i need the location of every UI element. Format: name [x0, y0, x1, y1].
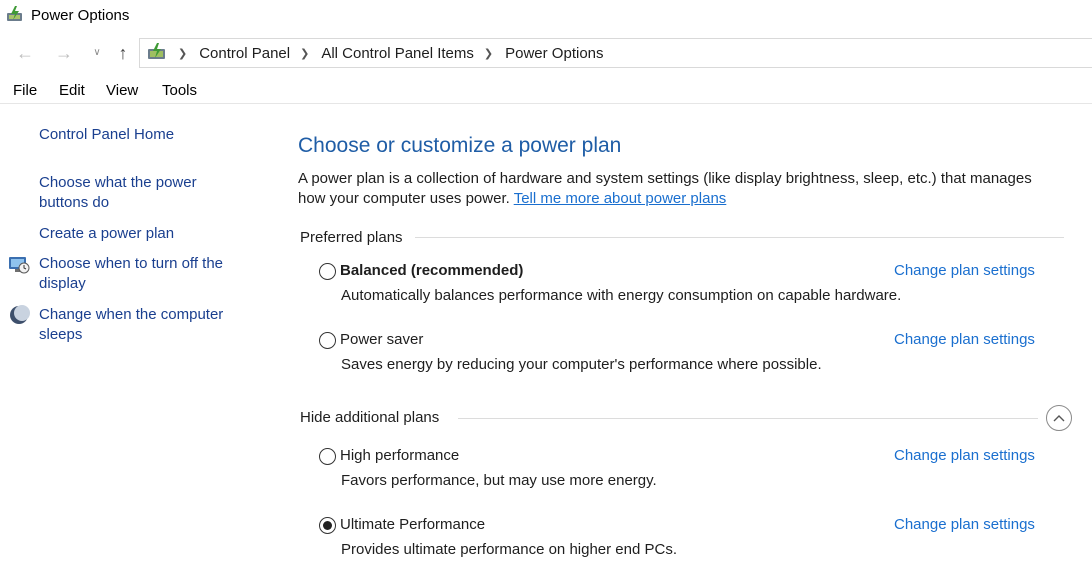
hide-additional-plans-header[interactable]: Hide additional plans: [300, 409, 439, 426]
recent-locations-chevron-icon[interactable]: ∨: [86, 42, 108, 64]
collapse-chevron-up-icon[interactable]: [1046, 405, 1072, 431]
plan-description: Automatically balances performance with …: [341, 287, 902, 304]
navigation-bar: ← → ∨ ↑ ❯ Control Panel ❯ All Control Pa…: [0, 36, 1092, 70]
sidebar-item-control-panel-home[interactable]: Control Panel Home: [39, 125, 249, 145]
breadcrumb-all-items[interactable]: All Control Panel Items: [321, 45, 474, 62]
description-line: how your computer uses power.: [298, 190, 510, 207]
sidebar-item-power-buttons[interactable]: Choose what the power buttons do: [39, 173, 249, 213]
plan-name[interactable]: Ultimate Performance: [340, 516, 485, 533]
title-bar: Power Options: [0, 0, 1092, 34]
page-title: Choose or customize a power plan: [298, 134, 622, 157]
sidebar-item-create-plan[interactable]: Create a power plan: [39, 224, 249, 244]
breadcrumb-power-options[interactable]: Power Options: [505, 45, 603, 62]
window-title: Power Options: [31, 7, 130, 24]
plan-radio-balanced[interactable]: [319, 263, 336, 280]
menu-file[interactable]: File: [13, 82, 37, 99]
plan-name[interactable]: High performance: [340, 447, 459, 464]
menu-edit[interactable]: Edit: [59, 82, 85, 99]
change-plan-settings-link[interactable]: Change plan settings: [894, 447, 1035, 464]
back-arrow-icon[interactable]: ←: [14, 42, 36, 64]
sidebar-item-label: display: [39, 275, 86, 292]
plan-radio-power-saver[interactable]: [319, 332, 336, 349]
change-plan-settings-link[interactable]: Change plan settings: [894, 262, 1035, 279]
group-divider: [415, 237, 1064, 238]
plan-radio-high-performance[interactable]: [319, 448, 336, 465]
menu-view[interactable]: View: [106, 82, 138, 99]
moon-sleep-icon: [10, 305, 30, 324]
address-bar[interactable]: ❯ Control Panel ❯ All Control Panel Item…: [139, 38, 1092, 68]
menu-tools[interactable]: Tools: [162, 82, 197, 99]
tell-me-more-link[interactable]: Tell me more about power plans: [514, 190, 727, 207]
page-description: A power plan is a collection of hardware…: [298, 169, 1088, 209]
sidebar-item-label: Choose when to turn off the: [39, 255, 224, 272]
plan-radio-ultimate-performance[interactable]: [319, 517, 336, 534]
breadcrumb-separator-icon: ❯: [178, 47, 188, 60]
forward-arrow-icon[interactable]: →: [53, 42, 75, 64]
sidebar-item-label: Choose what the power: [39, 174, 197, 191]
breadcrumb-separator-icon: ❯: [300, 47, 310, 60]
sidebar-item-label: sleeps: [39, 326, 83, 343]
menu-bar: File Edit View Tools: [0, 78, 1092, 104]
sidebar-item-label: buttons do: [39, 194, 110, 211]
change-plan-settings-link[interactable]: Change plan settings: [894, 516, 1035, 533]
plan-description: Favors performance, but may use more ene…: [341, 472, 657, 489]
description-line: A power plan is a collection of hardware…: [298, 170, 1032, 187]
breadcrumb-control-panel[interactable]: Control Panel: [199, 45, 290, 62]
power-options-icon: [7, 6, 22, 21]
breadcrumb-separator-icon: ❯: [483, 47, 494, 60]
group-divider: [458, 418, 1038, 419]
sidebar-item-turn-off-display[interactable]: Choose when to turn off the display: [39, 254, 249, 294]
up-arrow-icon[interactable]: ↑: [112, 42, 134, 64]
change-plan-settings-link[interactable]: Change plan settings: [894, 331, 1035, 348]
sidebar-item-computer-sleeps[interactable]: Change when the computer sleeps: [39, 305, 249, 345]
sidebar-item-label: Change when the computer: [39, 306, 224, 323]
plan-description: Saves energy by reducing your computer's…: [341, 356, 822, 373]
sidebar-item-label: Create a power plan: [39, 225, 175, 242]
preferred-plans-header: Preferred plans: [300, 229, 403, 246]
plan-name[interactable]: Balanced (recommended): [340, 262, 523, 279]
plan-name[interactable]: Power saver: [340, 331, 423, 348]
plan-description: Provides ultimate performance on higher …: [341, 541, 678, 558]
monitor-clock-icon: [9, 257, 30, 274]
control-panel-icon: [148, 43, 165, 59]
